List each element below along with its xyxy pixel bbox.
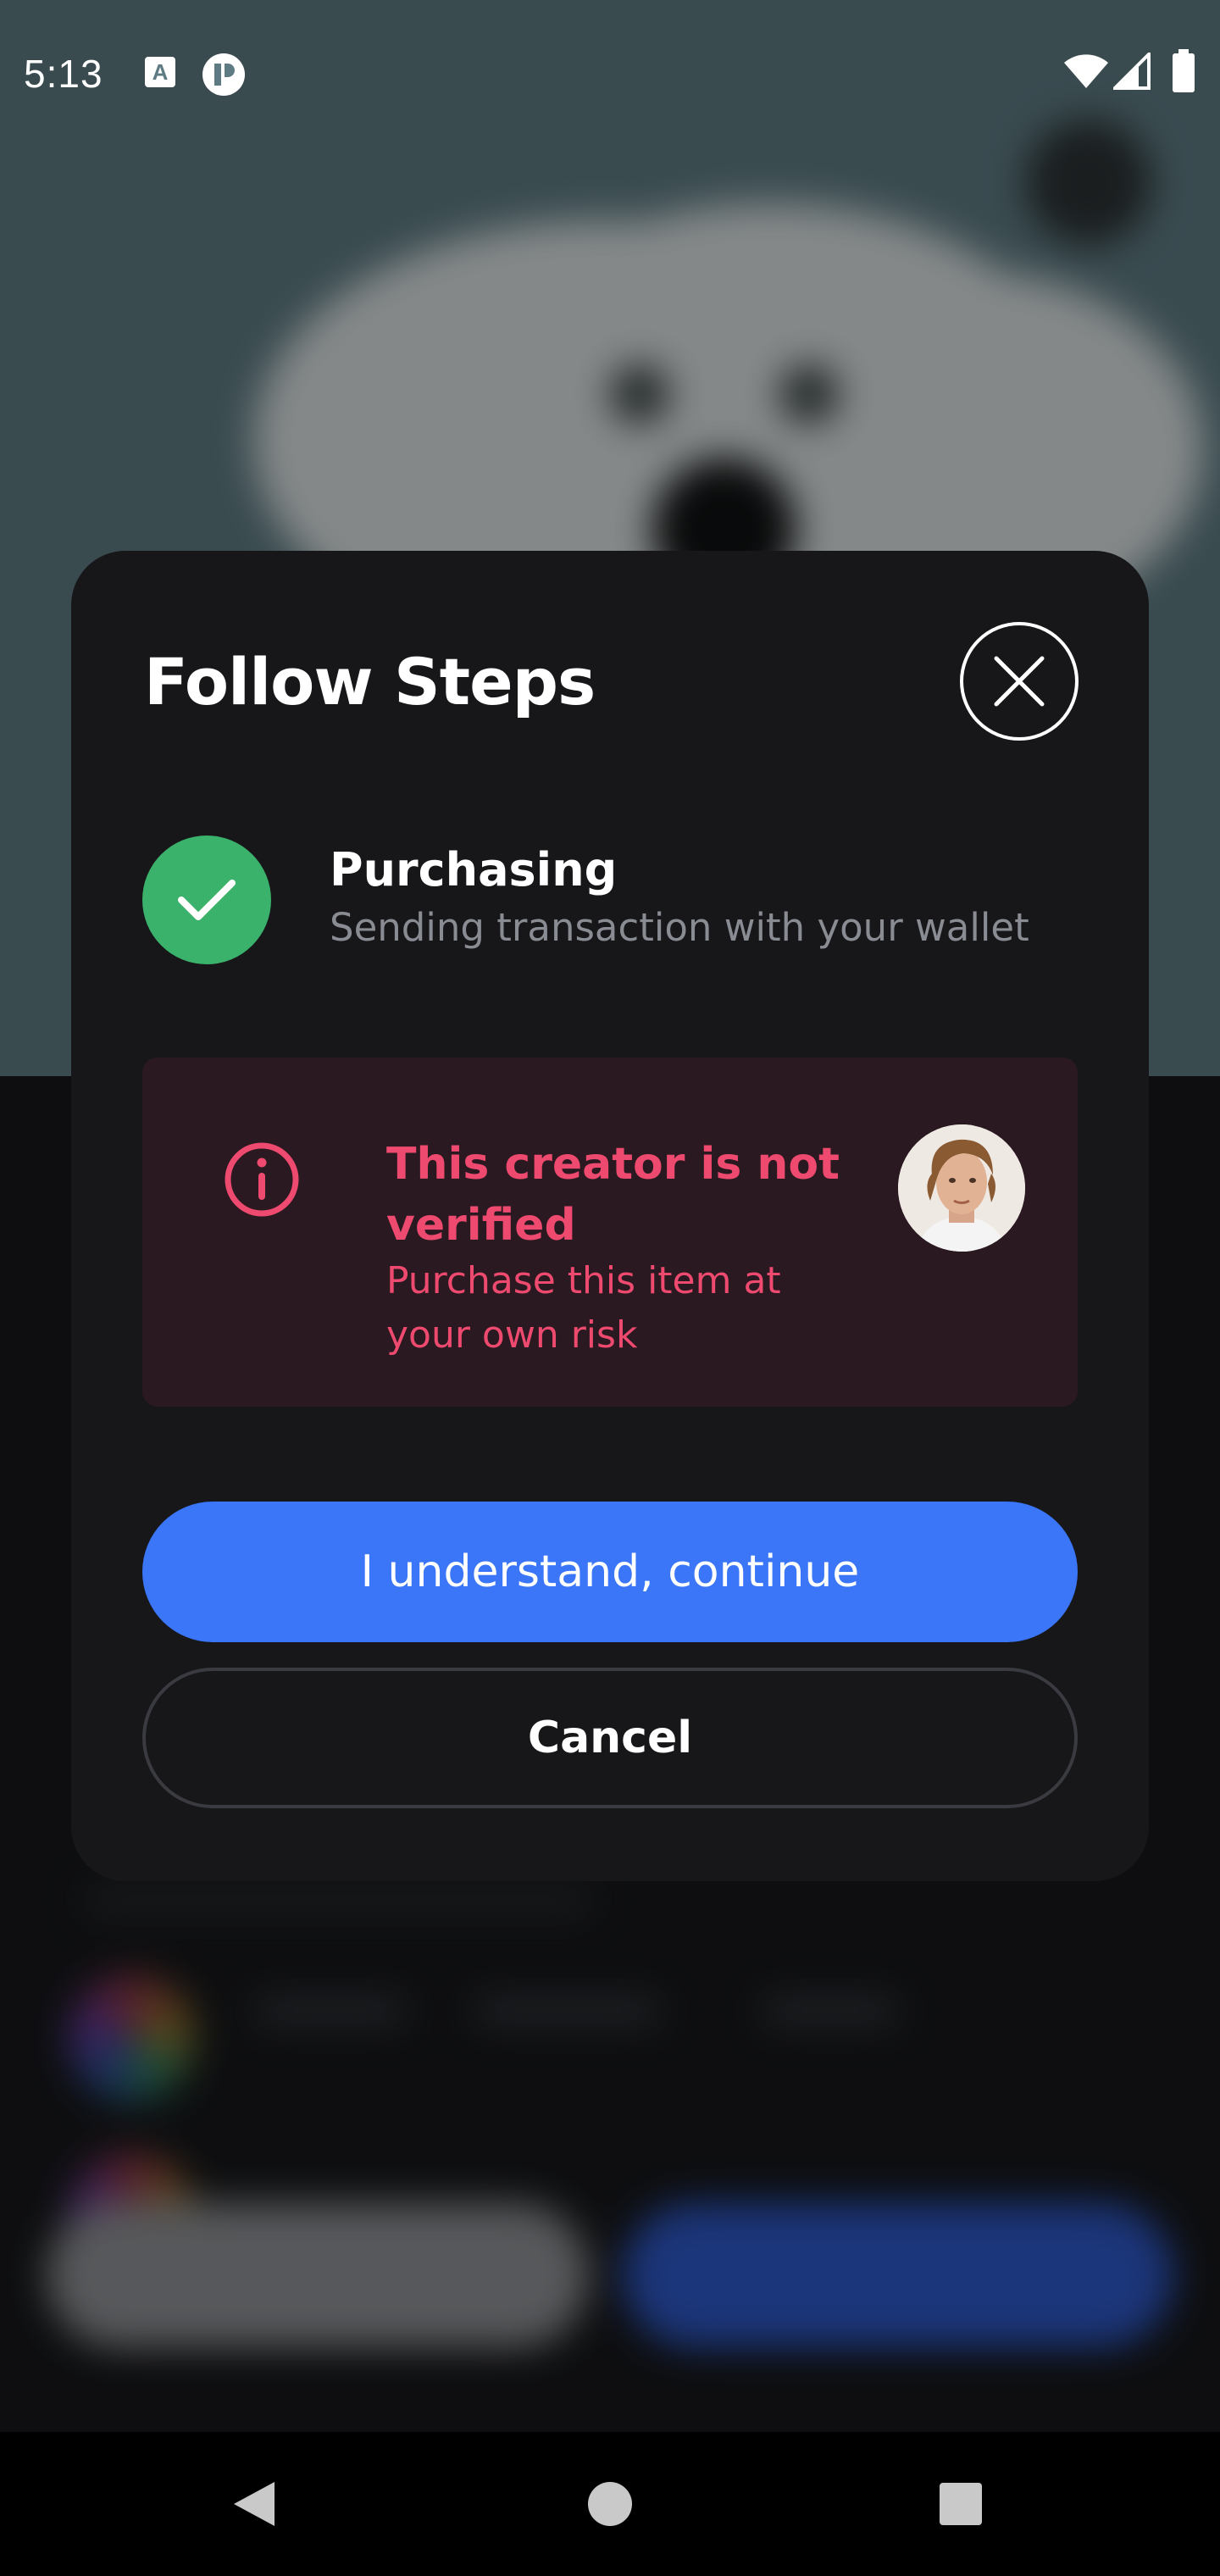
step-status-badge [142,836,271,964]
battery-icon [1171,49,1196,97]
home-circle-icon [588,2482,632,2526]
close-icon [994,656,1045,707]
status-bar: 5:13 A [0,0,1220,146]
cancel-button[interactable]: Cancel [142,1668,1078,1808]
step-subtitle: Sending transaction with your wallet [330,905,1029,950]
follow-steps-modal: Follow Steps Purchasing Sending transact… [71,551,1149,1881]
checkmark-icon [178,880,236,920]
status-time: 5:13 [24,52,103,96]
continue-button[interactable]: I understand, continue [142,1502,1078,1642]
font-a-icon: A [144,56,176,92]
modal-title: Follow Steps [144,644,596,719]
svg-text:A: A [152,59,169,85]
warning-title: This creator is not verified [386,1139,840,1251]
back-button[interactable] [169,2432,339,2576]
cellular-signal-icon [1111,50,1151,93]
navigation-bar [0,2432,1220,2576]
home-button[interactable] [525,2432,695,2576]
wifi-icon [1062,53,1110,93]
warning-subtitle: Purchase this item at your own risk [386,1259,781,1357]
info-icon [223,1141,301,1222]
app-p-icon [202,53,246,100]
close-button[interactable] [960,622,1079,741]
recents-square-icon [940,2483,982,2525]
creator-avatar [898,1124,1025,1252]
recents-button[interactable] [876,2432,1045,2576]
step-title: Purchasing [330,843,618,897]
back-triangle-icon [234,2482,274,2526]
